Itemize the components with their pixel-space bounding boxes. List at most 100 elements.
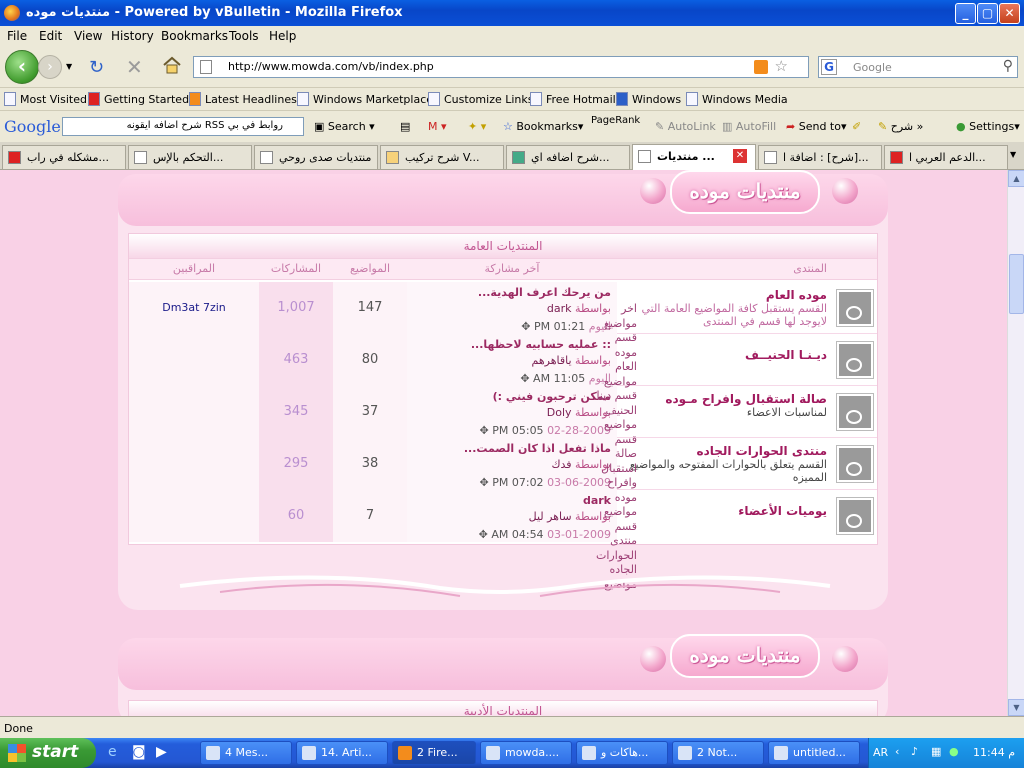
messenger-tray-icon[interactable]: ●: [949, 745, 959, 758]
google-engine-icon[interactable]: G: [821, 59, 837, 75]
last-post-user[interactable]: ساهر ليل: [529, 510, 572, 523]
highlight-icon[interactable]: ✐: [852, 120, 861, 133]
bookmark-latest-headlines[interactable]: Latest Headlines: [189, 92, 297, 106]
settings-button[interactable]: ● Settings▾: [956, 120, 1020, 133]
tab-close-icon[interactable]: ✕: [733, 149, 747, 163]
home-icon[interactable]: [162, 56, 182, 74]
moderator-link[interactable]: [129, 438, 259, 490]
google-search-input[interactable]: روابط في بي RSS شرح اضافه ايقونه: [62, 117, 304, 136]
close-button[interactable]: ✕: [999, 3, 1020, 24]
network-icon[interactable]: ▦: [931, 745, 941, 758]
news-icon[interactable]: ▤: [400, 120, 410, 133]
menu-bookmarks[interactable]: Bookmarks: [161, 29, 228, 43]
tab-3[interactable]: منتديات صدى روحي: [254, 145, 378, 169]
reload-icon[interactable]: ↻: [89, 57, 104, 78]
scroll-thumb[interactable]: [1009, 254, 1024, 314]
tab-4[interactable]: شرح تركيب V...: [380, 145, 504, 169]
sendto-button[interactable]: ➦ Send to▾: [786, 120, 847, 133]
rss-icon[interactable]: [754, 60, 768, 74]
url-bar[interactable]: http://www.mowda.com/vb/index.php ☆: [193, 56, 809, 78]
moderator-link[interactable]: [129, 490, 259, 542]
stop-icon[interactable]: ✕: [126, 55, 143, 79]
menu-edit[interactable]: Edit: [39, 29, 62, 43]
sharh-button[interactable]: ✎ شرح »: [878, 120, 923, 133]
forum-logo-banner-2[interactable]: منتديات موده: [670, 634, 820, 678]
back-button[interactable]: ‹: [5, 50, 39, 84]
moderator-link[interactable]: Dm3at 7zin: [129, 282, 259, 334]
last-post-user[interactable]: فدك: [551, 458, 571, 471]
bookmark-customize-links[interactable]: Customize Links: [428, 92, 534, 106]
tab-list-icon[interactable]: ▼: [1010, 150, 1016, 159]
language-indicator[interactable]: AR: [873, 746, 888, 759]
tab-7[interactable]: شرح] : اضافة ا]...: [758, 145, 882, 169]
history-dropdown-icon[interactable]: ▼: [66, 62, 72, 71]
forum-name[interactable]: يوميات الأعضاء: [623, 504, 827, 518]
media-icon[interactable]: ▶: [156, 744, 167, 760]
forward-button[interactable]: ›: [38, 55, 62, 79]
menu-help[interactable]: Help: [269, 29, 296, 43]
category-title-2[interactable]: المنتديات الأدبية: [129, 701, 877, 716]
task-hacks[interactable]: هاكات و...: [576, 741, 668, 765]
scroll-up-icon[interactable]: ▲: [1008, 170, 1024, 187]
menu-view[interactable]: View: [74, 29, 102, 43]
task-paint[interactable]: untitled...: [768, 741, 860, 765]
url-text[interactable]: http://www.mowda.com/vb/index.php: [228, 60, 434, 73]
last-post-title[interactable]: :: عمليه حسابيه لاحظها...: [427, 338, 611, 354]
tab-5[interactable]: شرح اضافه اي...: [506, 145, 630, 169]
scroll-down-icon[interactable]: ▼: [1008, 699, 1024, 716]
bookmark-getting-started[interactable]: Getting Started: [88, 92, 189, 106]
forum-name[interactable]: منتدى الحوارات الجاده: [623, 444, 827, 458]
task-firefox[interactable]: 2 Fire...: [392, 741, 476, 765]
bookmarks-button[interactable]: ☆ Bookmarks▾: [503, 120, 583, 133]
last-post-title[interactable]: من يرحك اعرف الهدية...: [427, 286, 611, 302]
ie-icon[interactable]: e: [108, 744, 117, 760]
forum-name[interactable]: ديـنـا الحنيــف: [623, 348, 827, 362]
moderator-link[interactable]: [129, 334, 259, 386]
maximize-button[interactable]: ▢: [977, 3, 998, 24]
category-title[interactable]: المنتديات العامة: [129, 234, 877, 258]
last-post-title[interactable]: ماذا تفعل اذا كان الصمت...: [427, 442, 611, 458]
tab-6-active[interactable]: منتديات ... ✕: [632, 144, 756, 170]
last-post-title[interactable]: ممكن ترحبون فيني :): [427, 390, 611, 406]
last-post-user[interactable]: Doly: [547, 406, 572, 419]
forum-name[interactable]: موده العام: [623, 288, 827, 302]
minimize-button[interactable]: _: [955, 3, 976, 24]
vertical-scrollbar[interactable]: ▲ ▼: [1007, 170, 1024, 716]
task-mowda[interactable]: mowda....: [480, 741, 572, 765]
google-logo[interactable]: Google: [4, 117, 61, 136]
bookmark-most-visited[interactable]: Most Visited: [4, 92, 87, 106]
bookmark-windows-marketplace[interactable]: Windows Marketplace: [297, 92, 433, 106]
quicklaunch-icon[interactable]: ◙: [132, 744, 146, 760]
last-post-user[interactable]: ياقاهرهم: [532, 354, 572, 367]
start-button[interactable]: start: [0, 738, 96, 768]
search-placeholder[interactable]: Google: [853, 61, 892, 74]
bookmark-star-icon[interactable]: ☆: [775, 57, 788, 75]
tab-1[interactable]: مشكله في راب...: [2, 145, 126, 169]
last-post-user[interactable]: dark: [547, 302, 572, 315]
forum-logo-banner[interactable]: منتديات موده: [670, 170, 820, 214]
autolink-button[interactable]: ✎ AutoLink: [655, 120, 716, 133]
autofill-button[interactable]: ▥ AutoFill: [722, 120, 776, 133]
task-articles[interactable]: 14. Arti...: [296, 741, 388, 765]
task-messenger[interactable]: 4 Mes...: [200, 741, 292, 765]
search-box[interactable]: G Google ⚲: [818, 56, 1018, 78]
search-icon[interactable]: ⚲: [1003, 58, 1013, 74]
last-post-title[interactable]: dark: [427, 494, 611, 510]
tab-8[interactable]: الدعم العربي ا...: [884, 145, 1008, 169]
menu-tools[interactable]: Tools: [229, 29, 259, 43]
tray-arrow-icon[interactable]: ‹: [895, 745, 899, 758]
gmail-icon[interactable]: M ▾: [428, 120, 447, 133]
tab-2[interactable]: التحكم بالإس...: [128, 145, 252, 169]
bookmark-free-hotmail[interactable]: Free Hotmail: [530, 92, 616, 106]
volume-icon[interactable]: ♪: [911, 745, 918, 758]
forum-name[interactable]: صالة استقبال وافراح مـوده: [623, 392, 827, 406]
moderator-link[interactable]: [129, 386, 259, 438]
bookmark-windows[interactable]: Windows: [616, 92, 681, 106]
bookmark-windows-media[interactable]: Windows Media: [686, 92, 788, 106]
google-search-button[interactable]: ▣ Search ▾: [314, 120, 375, 133]
menu-file[interactable]: File: [7, 29, 27, 43]
blocker-icon[interactable]: ✦ ▾: [468, 120, 486, 133]
task-notepad[interactable]: 2 Not...: [672, 741, 764, 765]
clock[interactable]: م 11:44: [973, 746, 1015, 759]
menu-history[interactable]: History: [111, 29, 154, 43]
